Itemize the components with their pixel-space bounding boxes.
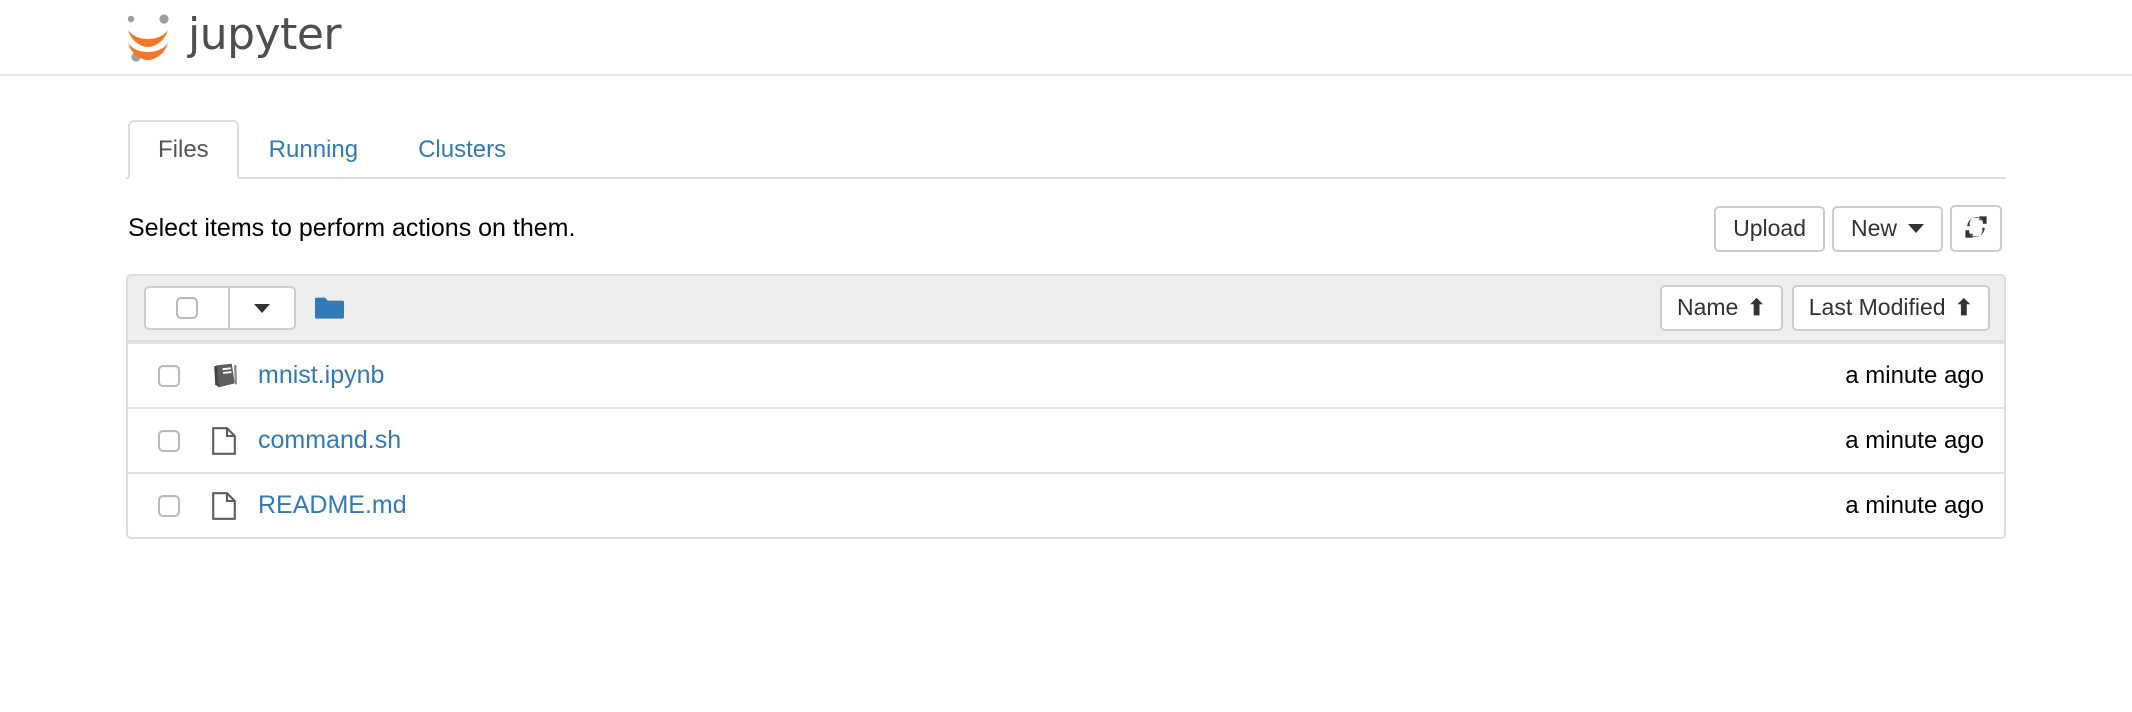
sort-by-modified-button[interactable]: Last Modified ⬆ (1791, 285, 1990, 331)
file-name-link[interactable]: command.sh (258, 428, 401, 453)
sort-modified-label: Last Modified (1808, 294, 1946, 320)
select-all-checkbox[interactable] (176, 297, 198, 319)
file-icon (212, 491, 236, 520)
sort-name-label: Name (1676, 294, 1739, 320)
file-row-icon-cell (212, 426, 258, 455)
file-modified-time: a minute ago (1845, 426, 1984, 454)
file-name-link[interactable]: README.md (258, 493, 407, 518)
refresh-button[interactable] (1950, 205, 2002, 252)
file-row-left: mnist.ipynb (144, 363, 1845, 389)
file-row-left: README.md (144, 491, 1845, 520)
file-icon (212, 426, 236, 455)
jupyter-logo-icon (122, 9, 174, 65)
arrow-up-icon: ⬆ (1954, 294, 1973, 320)
tab-files[interactable]: Files (128, 120, 239, 179)
file-row-icon-cell (212, 363, 258, 389)
site-header: jupyter (0, 0, 2132, 76)
tab-clusters[interactable]: Clusters (388, 120, 536, 179)
file-row-left: command.sh (144, 426, 1845, 455)
file-row-icon-cell (212, 491, 258, 520)
row-checkbox[interactable] (158, 364, 180, 387)
tab-running[interactable]: Running (239, 120, 388, 179)
file-list-sort-controls: Name ⬆ Last Modified ⬆ (1659, 285, 1990, 331)
folder-icon[interactable] (315, 296, 344, 320)
select-all-button-group (144, 286, 296, 330)
jupyter-brand-link[interactable]: jupyter (122, 9, 342, 65)
file-list-header-left (144, 286, 344, 330)
file-row-checkbox-cell (144, 429, 212, 452)
refresh-icon (1964, 215, 1988, 243)
chevron-down-icon (254, 303, 270, 313)
tab-bar: Files Running Clusters (126, 120, 2006, 179)
new-button-label: New (1850, 214, 1897, 241)
file-modified-time: a minute ago (1845, 361, 1984, 389)
page-body: Files Running Clusters Select items to p… (0, 120, 2132, 539)
file-row-checkbox-cell (144, 364, 212, 387)
file-list: Name ⬆ Last Modified ⬆ mnist.ipynb a min… (126, 274, 2006, 539)
select-all-checkbox-button[interactable] (144, 286, 230, 330)
chevron-down-icon (1908, 223, 1924, 233)
toolbar: Select items to perform actions on them.… (126, 205, 2006, 252)
file-row-checkbox-cell (144, 494, 212, 517)
arrow-up-icon: ⬆ (1747, 294, 1766, 320)
row-checkbox[interactable] (158, 494, 180, 517)
notebook-icon (212, 363, 238, 389)
table-row[interactable]: mnist.ipynb a minute ago (128, 342, 2004, 407)
brand-title: jupyter (188, 9, 342, 60)
upload-button[interactable]: Upload (1714, 205, 1825, 252)
selection-hint-text: Select items to perform actions on them. (128, 214, 576, 242)
toolbar-actions: Upload New (1714, 205, 2002, 252)
table-row[interactable]: command.sh a minute ago (128, 407, 2004, 472)
new-dropdown-button[interactable]: New (1831, 205, 1943, 252)
row-checkbox[interactable] (158, 429, 180, 452)
table-row[interactable]: README.md a minute ago (128, 472, 2004, 537)
file-name-link[interactable]: mnist.ipynb (258, 363, 384, 388)
select-all-dropdown-button[interactable] (228, 286, 296, 330)
file-modified-time: a minute ago (1845, 491, 1984, 519)
file-list-header: Name ⬆ Last Modified ⬆ (128, 276, 2004, 342)
sort-by-name-button[interactable]: Name ⬆ (1659, 285, 1783, 331)
